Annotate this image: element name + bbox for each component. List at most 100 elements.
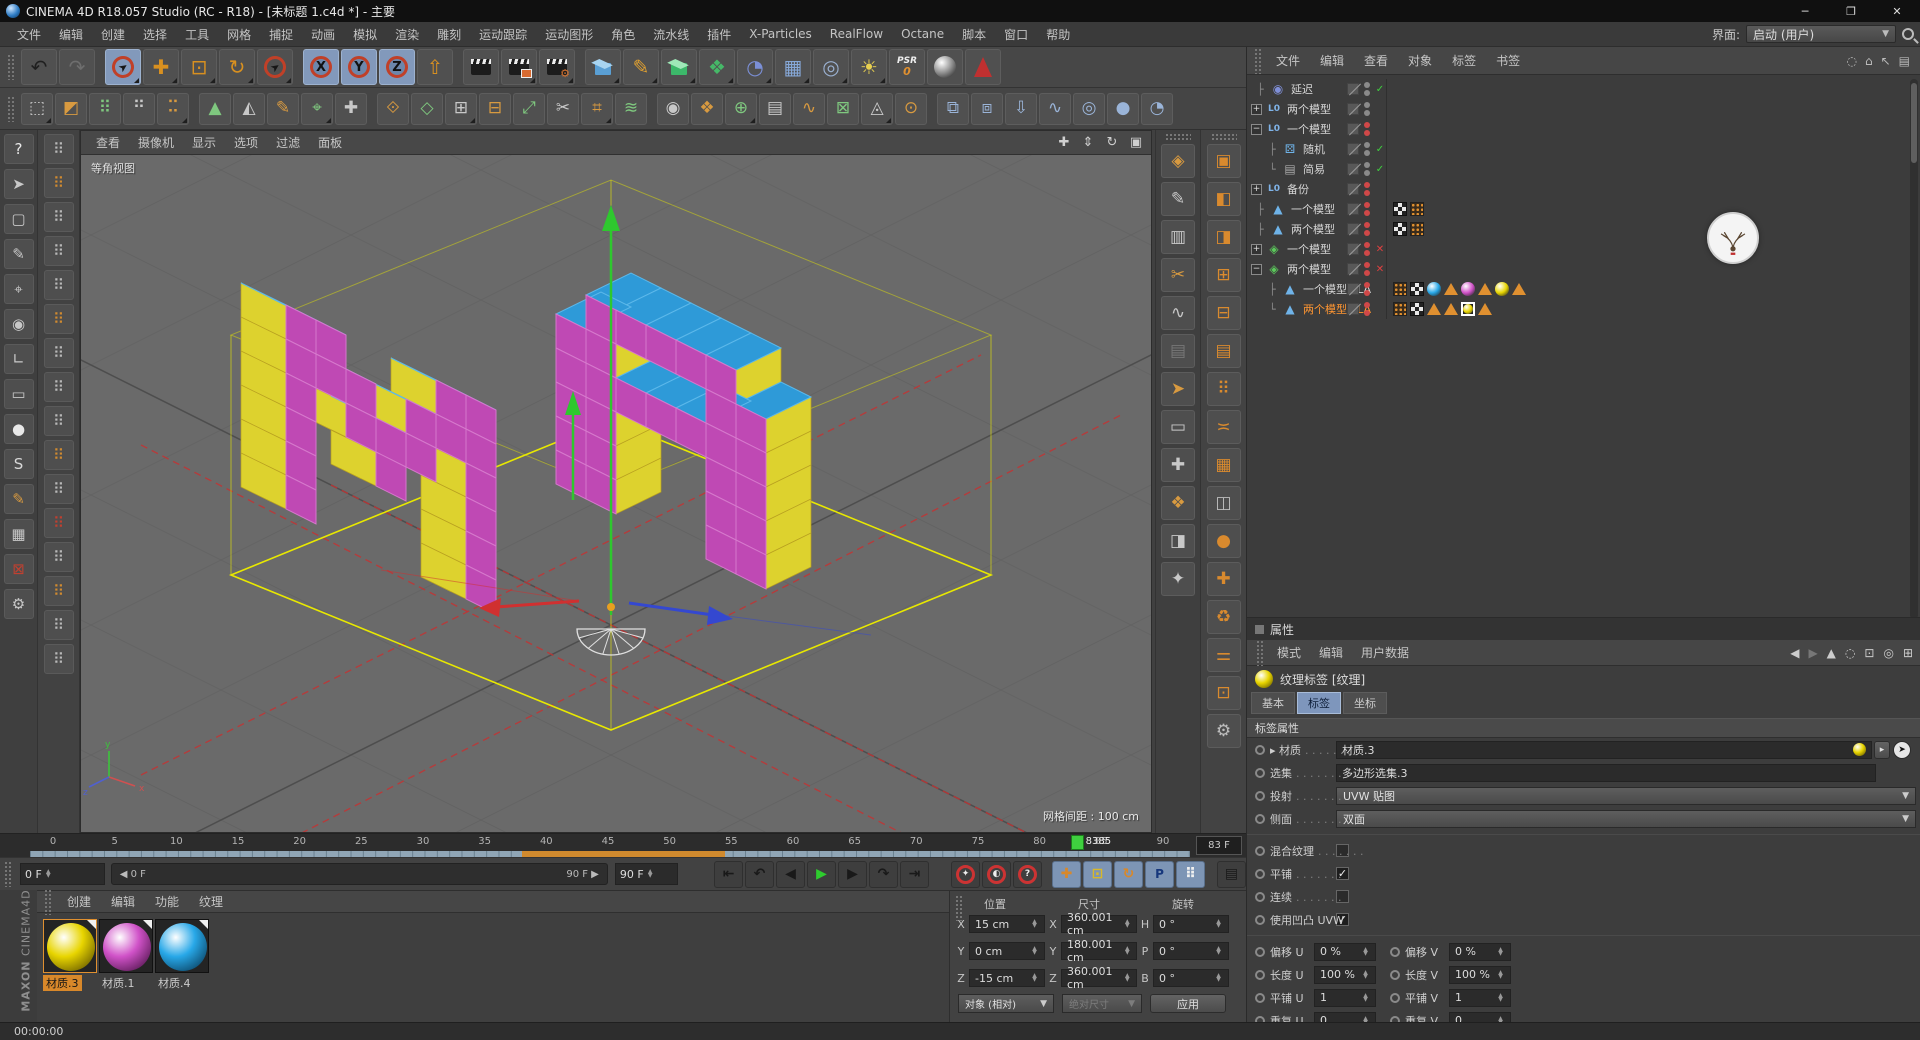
range-start-handle[interactable]: ◀ 0 F: [120, 869, 146, 880]
arrange-icon-5[interactable]: ◎: [1073, 93, 1105, 125]
keyframe-preset-button[interactable]: ▤: [1217, 861, 1246, 888]
command-icon-4[interactable]: ⊞: [1207, 258, 1241, 292]
visibility-dot[interactable]: [1364, 262, 1370, 268]
object-label[interactable]: 一个模型: [1287, 241, 1331, 257]
timeline-range-slider[interactable]: ◀ 0 F 90 F ▶: [111, 863, 608, 885]
record-keyframe-button[interactable]: ✦: [951, 861, 980, 888]
sculpt-tool-icon-3[interactable]: ▥: [1161, 220, 1195, 254]
material-menu-功能[interactable]: 功能: [146, 893, 188, 910]
layer-toggle-icon[interactable]: [1347, 183, 1359, 195]
spinner-icon[interactable]: ▲▼: [1496, 971, 1505, 979]
viewport-menu-过滤[interactable]: 过滤: [267, 134, 309, 151]
keyframe-radio-icon[interactable]: [1255, 915, 1265, 925]
coord-mode-dropdown[interactable]: 对象 (相对)▼: [958, 994, 1054, 1013]
collapse-icon[interactable]: −: [1251, 264, 1262, 275]
modeling-icon-14[interactable]: ⊟: [479, 93, 511, 125]
keyframe-radio-icon[interactable]: [1255, 814, 1265, 824]
plugin-cape-button[interactable]: [965, 49, 1001, 85]
object-label[interactable]: 简易: [1303, 161, 1325, 177]
snap-palette-item-6[interactable]: ⠿: [44, 304, 74, 334]
tab-坐标[interactable]: 坐标: [1343, 692, 1387, 714]
size-mode-dropdown[interactable]: 绝对尺寸▼: [1062, 994, 1142, 1013]
om-search-icon[interactable]: ◌: [1846, 54, 1856, 68]
timeline-marker[interactable]: [1071, 835, 1084, 850]
ik-mode-icon[interactable]: ◉: [4, 309, 34, 339]
object-row[interactable]: ├◉延迟✓: [1247, 79, 1920, 99]
undo-button[interactable]: ↶: [21, 49, 57, 85]
command-icon-7[interactable]: ⠿: [1207, 372, 1241, 406]
object-label[interactable]: 一个模型: [1291, 201, 1335, 217]
layer-toggle-icon[interactable]: [1347, 203, 1359, 215]
phong-tag-icon[interactable]: [1444, 283, 1458, 295]
psr-keyframe-button[interactable]: PSR0: [889, 49, 925, 85]
selection-tag-icon[interactable]: [1410, 282, 1424, 296]
modeling-icon-20[interactable]: ❖: [691, 93, 723, 125]
sculpt-tool-icon-10[interactable]: ❖: [1161, 486, 1195, 520]
layer-toggle-icon[interactable]: [1347, 223, 1359, 235]
modeling-icon-4[interactable]: ⠛: [123, 93, 155, 125]
expand-icon[interactable]: +: [1251, 104, 1262, 115]
modeling-icon-10[interactable]: ✚: [335, 93, 367, 125]
previous-frame-button[interactable]: ◀: [776, 861, 805, 888]
command-icon-12[interactable]: ✚: [1207, 562, 1241, 596]
spinner-icon[interactable]: ▲▼: [1496, 994, 1505, 1002]
uvw-tag-icon[interactable]: [1410, 202, 1424, 216]
visibility-dots[interactable]: [1364, 82, 1370, 96]
visibility-dots[interactable]: [1364, 282, 1370, 296]
uv-field[interactable]: 1▲▼: [1449, 989, 1511, 1007]
modeling-icon-16[interactable]: ✂: [547, 93, 579, 125]
material-thumbnail[interactable]: [155, 919, 209, 973]
snap-palette-item-2[interactable]: ⠿: [44, 168, 74, 198]
record-position-toggle[interactable]: ✚: [1052, 861, 1081, 888]
arrange-icon-7[interactable]: ◔: [1141, 93, 1173, 125]
viewport-menu-面板[interactable]: 面板: [309, 134, 351, 151]
layer-toggle-icon[interactable]: [1347, 263, 1359, 275]
expand-icon[interactable]: +: [1251, 184, 1262, 195]
tab-基本[interactable]: 基本: [1251, 692, 1295, 714]
visibility-dots[interactable]: [1364, 122, 1370, 136]
uv-field[interactable]: 100 %▲▼: [1314, 966, 1376, 984]
axis-mode-icon[interactable]: ⌖: [4, 274, 34, 304]
material-thumbnail[interactable]: [99, 919, 153, 973]
go-to-start-button[interactable]: ⇤: [714, 861, 743, 888]
view-rotate-icon[interactable]: ↻: [1103, 134, 1121, 152]
menu-帮助[interactable]: 帮助: [1037, 26, 1079, 43]
keyframe-radio-icon[interactable]: [1255, 791, 1265, 801]
modeling-icon-13[interactable]: ⊞: [445, 93, 477, 125]
autokey-button[interactable]: ◐: [982, 861, 1011, 888]
visibility-dot[interactable]: [1364, 230, 1370, 236]
texture-tag-icon[interactable]: [1461, 282, 1475, 296]
next-frame-button[interactable]: ▶: [838, 861, 867, 888]
visibility-dots[interactable]: [1364, 302, 1370, 316]
visibility-dot[interactable]: [1364, 250, 1370, 256]
modeling-icon-24[interactable]: ⊠: [827, 93, 859, 125]
visibility-dots[interactable]: [1364, 142, 1370, 156]
add-spline-button[interactable]: ✎: [623, 49, 659, 85]
command-icon-6[interactable]: ▤: [1207, 334, 1241, 368]
new-material-button[interactable]: [927, 49, 963, 85]
spinner-icon[interactable]: ▲▼: [1030, 947, 1039, 955]
phong-tag-icon[interactable]: [1478, 303, 1492, 315]
help-icon[interactable]: ?: [4, 134, 34, 164]
material-name[interactable]: 材质.1: [99, 975, 138, 991]
menu-X-Particles[interactable]: X-Particles: [740, 27, 821, 41]
snap-palette-item-15[interactable]: ⠿: [44, 610, 74, 640]
lock-z-axis[interactable]: Z: [379, 49, 415, 85]
attr-search-icon[interactable]: ◌: [1845, 646, 1855, 660]
arrange-icon-2[interactable]: ⧈: [971, 93, 1003, 125]
add-deformer-button[interactable]: ◔: [737, 49, 773, 85]
visibility-dot[interactable]: [1364, 122, 1370, 128]
arrange-icon-6[interactable]: ●: [1107, 93, 1139, 125]
rotate-tool[interactable]: ↻: [219, 49, 255, 85]
rotation-field[interactable]: 0 °▲▼: [1153, 915, 1229, 933]
menu-渲染[interactable]: 渲染: [386, 26, 428, 43]
phong-tag-icon[interactable]: [1512, 283, 1526, 295]
layer-toggle-icon[interactable]: [1347, 283, 1359, 295]
add-subdivision-surface-button[interactable]: [661, 49, 697, 85]
keyframe-radio-icon[interactable]: [1255, 745, 1265, 755]
material-name[interactable]: 材质.3: [43, 975, 82, 991]
sculpt-tool-icon-4[interactable]: ✂: [1161, 258, 1195, 292]
object-row[interactable]: +◈一个模型✕: [1247, 239, 1920, 259]
previous-key-button[interactable]: ↶: [745, 861, 774, 888]
visibility-dot[interactable]: [1364, 222, 1370, 228]
